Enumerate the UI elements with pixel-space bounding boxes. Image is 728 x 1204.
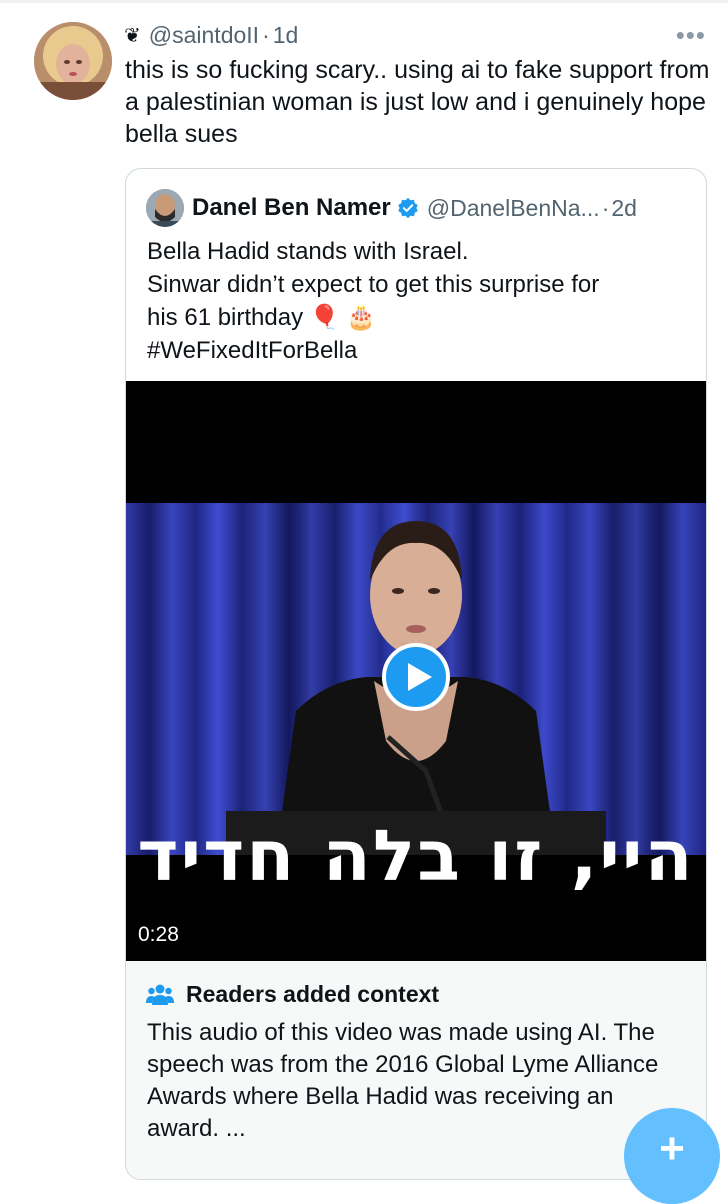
compose-button[interactable]: + <box>624 1108 720 1204</box>
quoted-tweet-card[interactable]: Danel Ben Namer @DanelBenNa... · 2d Bell… <box>125 168 707 1180</box>
tweet-text: this is so fucking scary.. using ai to f… <box>125 56 710 148</box>
play-icon <box>408 663 432 691</box>
quoted-tweet-text: Bella Hadid stands with Israel. Sinwar d… <box>147 235 692 367</box>
quoted-line: Bella Hadid stands with Israel. <box>147 238 469 265</box>
hashtag-link[interactable]: #WeFixedItForBella <box>147 334 692 367</box>
top-divider <box>0 0 728 3</box>
tweet-time[interactable]: 1d <box>273 22 299 49</box>
video-subtitle: היי, זו בלה חדיד <box>137 815 695 897</box>
people-icon <box>146 984 174 1005</box>
quoted-author-avatar[interactable] <box>146 189 184 227</box>
play-button[interactable] <box>382 643 450 711</box>
quoted-tweet-time[interactable]: 2d <box>611 195 637 222</box>
quoted-tweet-header: Danel Ben Namer @DanelBenNa... · 2d <box>146 189 637 227</box>
video-duration: 0:28 <box>138 923 179 946</box>
quoted-line: Sinwar didn’t expect to get this surpris… <box>147 271 600 298</box>
author-handle[interactable]: @saintdoII <box>149 22 259 49</box>
community-note-heading: Readers added context <box>186 981 440 1007</box>
verified-badge-icon <box>397 197 418 219</box>
separator-dot: · <box>601 194 610 221</box>
community-note-title: Readers added context <box>146 981 439 1008</box>
video-player[interactable]: היי, זו בלה חדיד 0:28 <box>126 381 706 961</box>
tweet-header: ❦ @saintdoII · 1d <box>124 20 298 50</box>
quoted-line: his 61 birthday 🎈 🎂 <box>147 304 377 331</box>
flower-emoji: ❦ <box>124 24 141 47</box>
quoted-author-handle[interactable]: @DanelBenNa... <box>427 195 600 222</box>
separator-dot: · <box>262 21 270 48</box>
community-note-body: This audio of this video was made using … <box>147 1019 659 1142</box>
more-options-icon[interactable]: ••• <box>676 20 706 51</box>
community-note[interactable]: Readers added context This audio of this… <box>126 961 706 1179</box>
quoted-author-name[interactable]: Danel Ben Namer <box>192 194 391 222</box>
author-avatar[interactable] <box>34 22 112 100</box>
plus-icon: + <box>659 1124 685 1173</box>
